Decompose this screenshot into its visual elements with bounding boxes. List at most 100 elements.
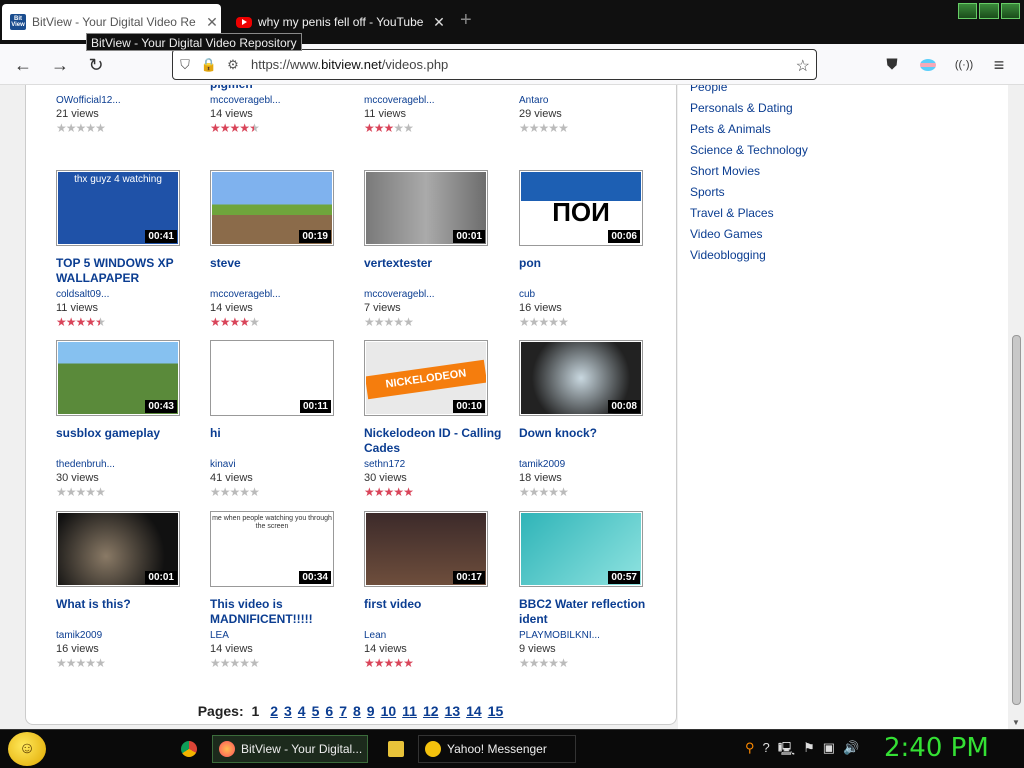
video-thumbnail[interactable]: 00:17 bbox=[364, 511, 488, 587]
video-title-link[interactable]: hi bbox=[210, 426, 350, 441]
category-link[interactable]: Travel & Places bbox=[690, 206, 774, 220]
video-uploader-link[interactable]: thedenbruh... bbox=[56, 459, 115, 470]
menu-icon[interactable]: ≡ bbox=[988, 54, 1010, 76]
video-uploader-link[interactable]: kinavi bbox=[210, 459, 236, 470]
volume-icon[interactable]: 🔊 bbox=[843, 740, 859, 762]
page-link[interactable]: 14 bbox=[466, 703, 482, 719]
category-link[interactable]: Videoblogging bbox=[690, 248, 766, 262]
page-link[interactable]: 8 bbox=[353, 703, 361, 719]
video-uploader-link[interactable]: Antaro bbox=[519, 95, 548, 106]
video-title-link[interactable]: pon bbox=[519, 256, 659, 271]
page-link[interactable]: 13 bbox=[445, 703, 461, 719]
video-title-link[interactable]: first video bbox=[364, 597, 504, 612]
video-thumbnail[interactable]: 00:08 bbox=[519, 340, 643, 416]
category-link[interactable]: Short Movies bbox=[690, 164, 760, 178]
video-title-link[interactable]: This video is MADNIFICENT!!!!! bbox=[210, 597, 350, 627]
extension2-icon[interactable]: ((·)) bbox=[953, 54, 975, 76]
page-link[interactable]: 11 bbox=[402, 703, 417, 719]
video-thumbnail[interactable]: 00:11 bbox=[210, 340, 334, 416]
pocket-icon[interactable]: ⛊ bbox=[881, 54, 903, 76]
new-tab-button[interactable]: + bbox=[460, 10, 472, 30]
video-title-link[interactable]: susblox gameplay bbox=[56, 426, 196, 441]
video-thumbnail[interactable]: 00:01 bbox=[364, 170, 488, 246]
help-icon[interactable]: ? bbox=[763, 740, 770, 762]
category-link[interactable]: Video Games bbox=[690, 227, 763, 241]
page-link[interactable]: 10 bbox=[381, 703, 397, 719]
video-thumbnail[interactable]: 00:19 bbox=[210, 170, 334, 246]
video-uploader-link[interactable]: Lean bbox=[364, 630, 386, 641]
video-uploader-link[interactable]: coldsalt09... bbox=[56, 289, 109, 300]
category-link[interactable]: People bbox=[690, 85, 727, 94]
permissions-icon[interactable]: ⚙ bbox=[221, 57, 245, 73]
video-title-link[interactable]: TOP 5 WINDOWS XP WALLAPAPER bbox=[56, 256, 196, 286]
video-title-link[interactable]: vertextester bbox=[364, 256, 504, 271]
page-link[interactable]: 3 bbox=[284, 703, 292, 719]
star-icon: ★ bbox=[95, 656, 106, 670]
forward-arrow-icon[interactable]: → bbox=[49, 54, 71, 76]
chrome-taskbar-button[interactable] bbox=[175, 735, 203, 763]
display-icon[interactable]: ▣ bbox=[823, 740, 835, 762]
page-link[interactable]: 2 bbox=[270, 703, 278, 719]
search-icon[interactable]: ⚲ bbox=[745, 740, 755, 762]
page-link[interactable]: 9 bbox=[367, 703, 375, 719]
video-title-link[interactable]: BBC2 Water reflection ident bbox=[519, 597, 659, 627]
category-link[interactable]: Sports bbox=[690, 185, 725, 199]
category-link[interactable]: Pets & Animals bbox=[690, 122, 771, 136]
video-thumbnail[interactable]: me when people watching you through the … bbox=[210, 511, 334, 587]
yahoo-taskbar-button[interactable]: Yahoo! Messenger bbox=[418, 735, 576, 763]
bookmark-star-icon[interactable]: ☆ bbox=[796, 56, 810, 76]
video-thumbnail[interactable]: NICKELODEON 00:10 bbox=[364, 340, 488, 416]
scroll-down-icon[interactable]: ▼ bbox=[1012, 718, 1020, 727]
close-window-button[interactable] bbox=[1000, 3, 1020, 19]
page-link[interactable]: 15 bbox=[488, 703, 504, 719]
video-uploader-link[interactable]: PLAYMOBILKNI... bbox=[519, 630, 600, 641]
lock-icon[interactable]: 🔒 bbox=[197, 57, 221, 73]
video-uploader-link[interactable]: OWofficial12... bbox=[56, 95, 121, 106]
video-uploader-link[interactable]: cub bbox=[519, 289, 535, 300]
extension-icon[interactable] bbox=[917, 54, 939, 76]
video-thumbnail[interactable]: ПОИ 00:06 bbox=[519, 170, 643, 246]
video-title-link[interactable]: Down knock? bbox=[519, 426, 659, 441]
page-link[interactable]: 6 bbox=[325, 703, 333, 719]
video-title-link[interactable]: What is this? bbox=[56, 597, 196, 612]
video-uploader-link[interactable]: mccoveragebl... bbox=[210, 289, 281, 300]
video-uploader-link[interactable]: mccoveragebl... bbox=[210, 95, 281, 106]
flag-icon[interactable]: ⚑ bbox=[803, 740, 815, 762]
video-uploader-link[interactable]: tamik2009 bbox=[56, 630, 102, 641]
video-title-link[interactable]: Nickelodeon ID - Calling Cades bbox=[364, 426, 504, 456]
video-thumbnail[interactable]: thx guyz 4 watching 00:41 bbox=[56, 170, 180, 246]
video-title-link[interactable]: miner profession pigmen bbox=[210, 85, 350, 92]
video-thumbnail[interactable]: 00:01 bbox=[56, 511, 180, 587]
url-bar[interactable]: ⛉ 🔒 ⚙ https://www.bitview.net/videos.php… bbox=[172, 49, 817, 80]
minimize-button[interactable] bbox=[958, 3, 978, 19]
scrollbar-thumb[interactable] bbox=[1012, 335, 1021, 705]
folder-taskbar-button[interactable] bbox=[382, 735, 410, 763]
video-thumbnail[interactable]: 00:43 bbox=[56, 340, 180, 416]
network-icon[interactable]: 🖳 bbox=[778, 740, 795, 762]
close-tab-icon[interactable]: ✕ bbox=[430, 14, 448, 31]
maximize-button[interactable] bbox=[979, 3, 999, 19]
window-controls[interactable] bbox=[958, 3, 1020, 19]
page-link[interactable]: 5 bbox=[312, 703, 320, 719]
back-arrow-icon[interactable]: ← bbox=[12, 54, 34, 76]
video-uploader-link[interactable]: mccoveragebl... bbox=[364, 289, 435, 300]
video-title-link[interactable]: steve bbox=[210, 256, 350, 271]
page-link[interactable]: 7 bbox=[339, 703, 347, 719]
reload-icon[interactable]: ↻ bbox=[85, 54, 107, 76]
shield-icon[interactable]: ⛉ bbox=[173, 57, 197, 73]
category-link[interactable]: Science & Technology bbox=[690, 143, 808, 157]
close-tab-icon[interactable]: ✕ bbox=[203, 14, 221, 31]
firefox-taskbar-button[interactable]: BitView - Your Digital... bbox=[212, 735, 368, 763]
star-icon: ★ bbox=[65, 485, 77, 499]
start-button[interactable]: ☺ bbox=[8, 732, 46, 766]
video-thumbnail[interactable]: 00:57 bbox=[519, 511, 643, 587]
video-uploader-link[interactable]: mccoveragebl... bbox=[364, 95, 435, 106]
page-link[interactable]: 12 bbox=[423, 703, 439, 719]
category-link[interactable]: Personals & Dating bbox=[690, 101, 793, 115]
video-uploader-link[interactable]: sethn172 bbox=[364, 459, 405, 470]
video-uploader-link[interactable]: LEA bbox=[210, 630, 229, 641]
scrollbar[interactable]: ▼ bbox=[1009, 85, 1024, 729]
url-text[interactable]: https://www.bitview.net/videos.php bbox=[251, 57, 448, 72]
page-link[interactable]: 4 bbox=[298, 703, 306, 719]
video-uploader-link[interactable]: tamik2009 bbox=[519, 459, 565, 470]
